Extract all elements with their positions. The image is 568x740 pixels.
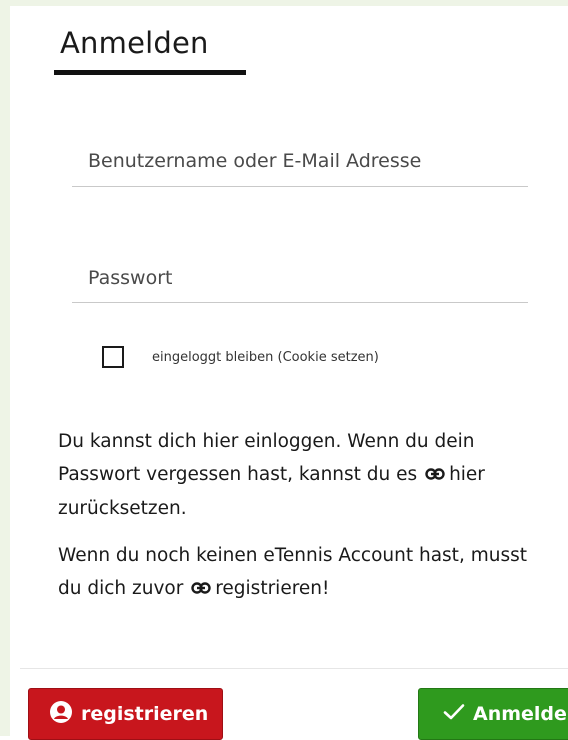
remember-label: eingeloggt bleiben (Cookie setzen) bbox=[152, 349, 379, 365]
title-underline bbox=[54, 70, 246, 75]
register-button[interactable]: registrieren bbox=[28, 688, 223, 740]
login-panel: Anmelden eingeloggt bleiben (Cookie setz… bbox=[0, 0, 568, 740]
user-circle-icon bbox=[49, 700, 73, 729]
remember-checkbox[interactable] bbox=[102, 346, 124, 368]
register-info: Wenn du noch keinen eTennis Account hast… bbox=[58, 539, 538, 606]
remember-me: eingeloggt bleiben (Cookie setzen) bbox=[102, 346, 379, 368]
login-button-label: Anmelden bbox=[473, 703, 568, 725]
username-field bbox=[72, 136, 528, 187]
page-title: Anmelden bbox=[60, 26, 209, 60]
link-icon bbox=[425, 459, 445, 492]
reset-link[interactable]: hier bbox=[423, 464, 485, 485]
reset-link-label: hier bbox=[449, 464, 485, 485]
reset-text-end: zurücksetzen. bbox=[58, 497, 187, 519]
username-input[interactable] bbox=[72, 136, 528, 186]
register-link-label: registrieren! bbox=[215, 578, 330, 599]
checkmark-icon bbox=[443, 703, 465, 726]
reset-text: Du kannst dich hier einloggen. Wenn du d… bbox=[58, 431, 475, 485]
login-button[interactable]: Anmelden bbox=[418, 688, 568, 740]
register-link[interactable]: registrieren! bbox=[189, 578, 329, 599]
password-field bbox=[72, 254, 528, 303]
link-icon bbox=[191, 573, 211, 606]
password-input[interactable] bbox=[72, 254, 528, 302]
password-reset-info: Du kannst dich hier einloggen. Wenn du d… bbox=[58, 425, 538, 525]
footer-divider bbox=[20, 668, 568, 669]
register-button-label: registrieren bbox=[81, 703, 209, 725]
